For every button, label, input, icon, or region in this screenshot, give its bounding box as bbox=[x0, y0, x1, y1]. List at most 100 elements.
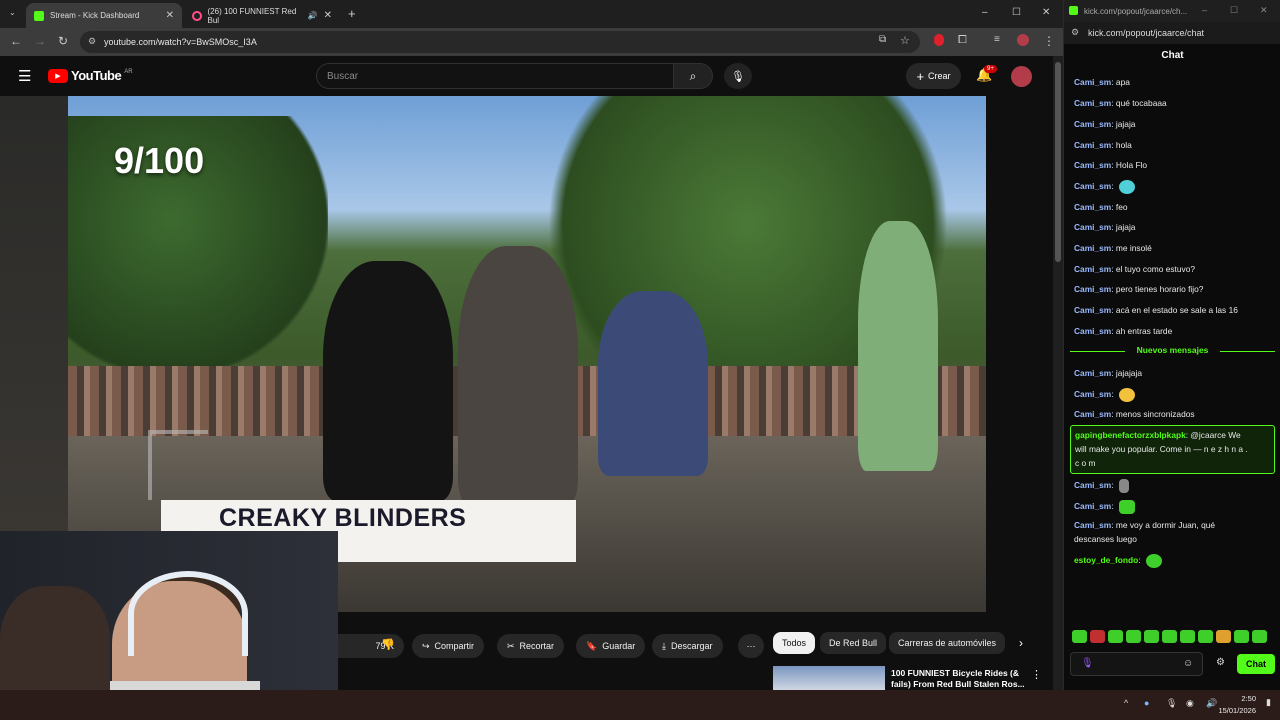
share-label: Compartir bbox=[434, 641, 475, 651]
maximize-icon[interactable]: ☐ bbox=[1012, 7, 1021, 18]
chat-username[interactable]: Cami_sm bbox=[1074, 98, 1111, 108]
chat-username[interactable]: Cami_sm bbox=[1074, 501, 1111, 511]
chat-username[interactable]: Cami_sm bbox=[1074, 305, 1111, 315]
chat-username[interactable]: Cami_sm bbox=[1074, 202, 1111, 212]
emote-icon[interactable] bbox=[1198, 630, 1213, 643]
tab-search-chevron-icon[interactable]: ⌄ bbox=[9, 8, 16, 17]
reload-icon[interactable]: ↻ bbox=[58, 34, 68, 48]
search-input[interactable]: Buscar bbox=[316, 63, 674, 89]
close-window-icon[interactable]: ✕ bbox=[1042, 7, 1050, 18]
chat-username[interactable]: Cami_sm bbox=[1074, 77, 1111, 87]
chat-message: Cami_sm: bbox=[1074, 500, 1135, 514]
volume-icon[interactable]: 🔊 bbox=[1206, 698, 1217, 709]
account-avatar[interactable] bbox=[1011, 66, 1032, 87]
filter-chip-red-bull[interactable]: De Red Bull bbox=[820, 632, 887, 654]
chat-username[interactable]: Cami_sm bbox=[1074, 409, 1111, 419]
bookmark-star-icon[interactable]: ☆ bbox=[900, 34, 910, 47]
save-button[interactable]: 🔖 Guardar bbox=[576, 634, 646, 658]
emoji-picker-icon[interactable]: ☺ bbox=[1183, 658, 1193, 669]
new-tab-icon[interactable]: + bbox=[348, 6, 356, 21]
emote-icon[interactable] bbox=[1090, 630, 1105, 643]
chat-username[interactable]: Cami_sm bbox=[1074, 284, 1111, 294]
more-actions-button[interactable]: ⋯ bbox=[738, 634, 764, 658]
chat-username[interactable]: Cami_sm bbox=[1074, 119, 1111, 129]
chevron-right-icon[interactable]: › bbox=[1019, 636, 1023, 650]
emote-icon[interactable] bbox=[1162, 630, 1177, 643]
chat-username[interactable]: Cami_sm bbox=[1074, 520, 1111, 530]
microphone-icon[interactable]: 🎙 bbox=[1081, 658, 1094, 669]
chat-message: Cami_sm: apa bbox=[1074, 77, 1130, 87]
chat-username[interactable]: Cami_sm bbox=[1074, 368, 1111, 378]
share-button[interactable]: ↪ Compartir bbox=[412, 634, 485, 658]
emote-icon[interactable] bbox=[1072, 630, 1087, 643]
minimize-icon[interactable]: – bbox=[1202, 5, 1207, 15]
forward-icon[interactable]: → bbox=[34, 34, 46, 48]
profile-avatar[interactable] bbox=[1017, 34, 1029, 46]
emote-icon[interactable] bbox=[1126, 630, 1141, 643]
download-button[interactable]: ⤓ Descargar bbox=[652, 634, 723, 658]
install-icon[interactable]: ⧉ bbox=[879, 34, 886, 45]
chat-url-bar[interactable]: ⚙ kick.com/popout/jcaarce/chat bbox=[1064, 22, 1280, 44]
settings-gear-icon[interactable]: ⚙ bbox=[1216, 657, 1225, 668]
emote-bar bbox=[1072, 630, 1272, 644]
emote-icon[interactable] bbox=[1252, 630, 1267, 643]
send-chat-button[interactable]: Chat bbox=[1237, 654, 1275, 674]
filter-chip-all[interactable]: Todos bbox=[773, 632, 816, 654]
tray-chevron-icon[interactable]: ^ bbox=[1124, 698, 1128, 708]
scroll-thumb[interactable] bbox=[1055, 62, 1061, 262]
notification-center-icon[interactable]: ▮ bbox=[1266, 697, 1271, 708]
hamburger-menu-icon[interactable]: ☰ bbox=[18, 67, 31, 85]
voice-search-button[interactable]: 🎙 bbox=[724, 63, 752, 89]
chat-username[interactable]: gapingbenefactorzxblpkapk bbox=[1075, 430, 1186, 440]
emote-icon[interactable] bbox=[1180, 630, 1195, 643]
media-control-icon[interactable]: ≡ bbox=[994, 34, 1000, 45]
chat-message: Cami_sm: pero tienes horario fijo? bbox=[1074, 284, 1204, 294]
related-thumbnail[interactable] bbox=[773, 666, 885, 690]
youtube-logo[interactable]: ▶ YouTube AR bbox=[48, 68, 133, 83]
clip-button[interactable]: ✂ Recortar bbox=[497, 634, 565, 658]
emote-icon[interactable] bbox=[1216, 630, 1231, 643]
close-tab-icon[interactable]: ✕ bbox=[324, 10, 332, 21]
chat-username[interactable]: Cami_sm bbox=[1074, 243, 1111, 253]
browser-menu-icon[interactable]: ⋮ bbox=[1043, 34, 1055, 48]
emote-icon[interactable] bbox=[1234, 630, 1249, 643]
audio-icon[interactable]: 🔊 bbox=[308, 11, 318, 20]
related-video[interactable]: 100 FUNNIEST Bicycle Rides (& fails) Fro… bbox=[773, 666, 1063, 690]
chat-username[interactable]: Cami_sm bbox=[1074, 389, 1111, 399]
url-field[interactable]: ⚙ youtube.com/watch?v=BwSMOsc_I3A bbox=[80, 31, 920, 53]
emote-icon[interactable] bbox=[1108, 630, 1123, 643]
chat-username[interactable]: Cami_sm bbox=[1074, 160, 1111, 170]
extensions-puzzle-icon[interactable]: ⧠ bbox=[958, 34, 967, 47]
chat-input[interactable]: 🎙 ☺ bbox=[1070, 652, 1203, 676]
chat-username[interactable]: Cami_sm bbox=[1074, 264, 1111, 274]
minimize-icon[interactable]: – bbox=[982, 7, 988, 18]
site-info-icon[interactable]: ⚙ bbox=[88, 36, 96, 47]
chat-username[interactable]: Cami_sm bbox=[1074, 181, 1111, 191]
system-clock[interactable]: 2:50 15/01/2026 bbox=[1218, 693, 1256, 717]
chat-username[interactable]: Cami_sm bbox=[1074, 140, 1111, 150]
maximize-icon[interactable]: ☐ bbox=[1230, 5, 1238, 16]
tab-kick-dashboard[interactable]: Stream - Kick Dashboard ✕ bbox=[26, 3, 182, 28]
chat-username[interactable]: Cami_sm bbox=[1074, 480, 1111, 490]
related-title[interactable]: 100 FUNNIEST Bicycle Rides (& fails) Fro… bbox=[891, 668, 1025, 690]
tray-app-icon[interactable]: ● bbox=[1144, 698, 1149, 708]
caption-text: CREAKY BLINDERS bbox=[219, 504, 467, 532]
close-tab-icon[interactable]: ✕ bbox=[166, 10, 174, 21]
back-icon[interactable]: ← bbox=[10, 34, 22, 48]
extension-icon[interactable] bbox=[934, 34, 944, 46]
search-button[interactable]: ⌕ bbox=[673, 63, 713, 89]
create-button[interactable]: + Crear bbox=[906, 63, 961, 89]
network-icon[interactable]: ◉ bbox=[1186, 698, 1194, 709]
chat-username[interactable]: Cami_sm bbox=[1074, 222, 1111, 232]
chat-username[interactable]: Cami_sm bbox=[1074, 326, 1111, 336]
close-window-icon[interactable]: ✕ bbox=[1260, 5, 1268, 16]
filter-chip-car-racing[interactable]: Carreras de automóviles bbox=[889, 632, 1006, 654]
emote-icon bbox=[1118, 479, 1129, 493]
page-scrollbar[interactable] bbox=[1053, 56, 1063, 690]
tray-mic-icon[interactable]: 🎙 bbox=[1166, 698, 1177, 709]
site-info-icon[interactable]: ⚙ bbox=[1071, 27, 1079, 38]
chat-username[interactable]: estoy_de_fondo bbox=[1074, 555, 1138, 565]
tab-youtube[interactable]: (26) 100 FUNNIEST Red Bul 🔊 ✕ bbox=[184, 3, 340, 28]
emote-icon[interactable] bbox=[1144, 630, 1159, 643]
related-menu-icon[interactable]: ⋮ bbox=[1031, 668, 1042, 681]
